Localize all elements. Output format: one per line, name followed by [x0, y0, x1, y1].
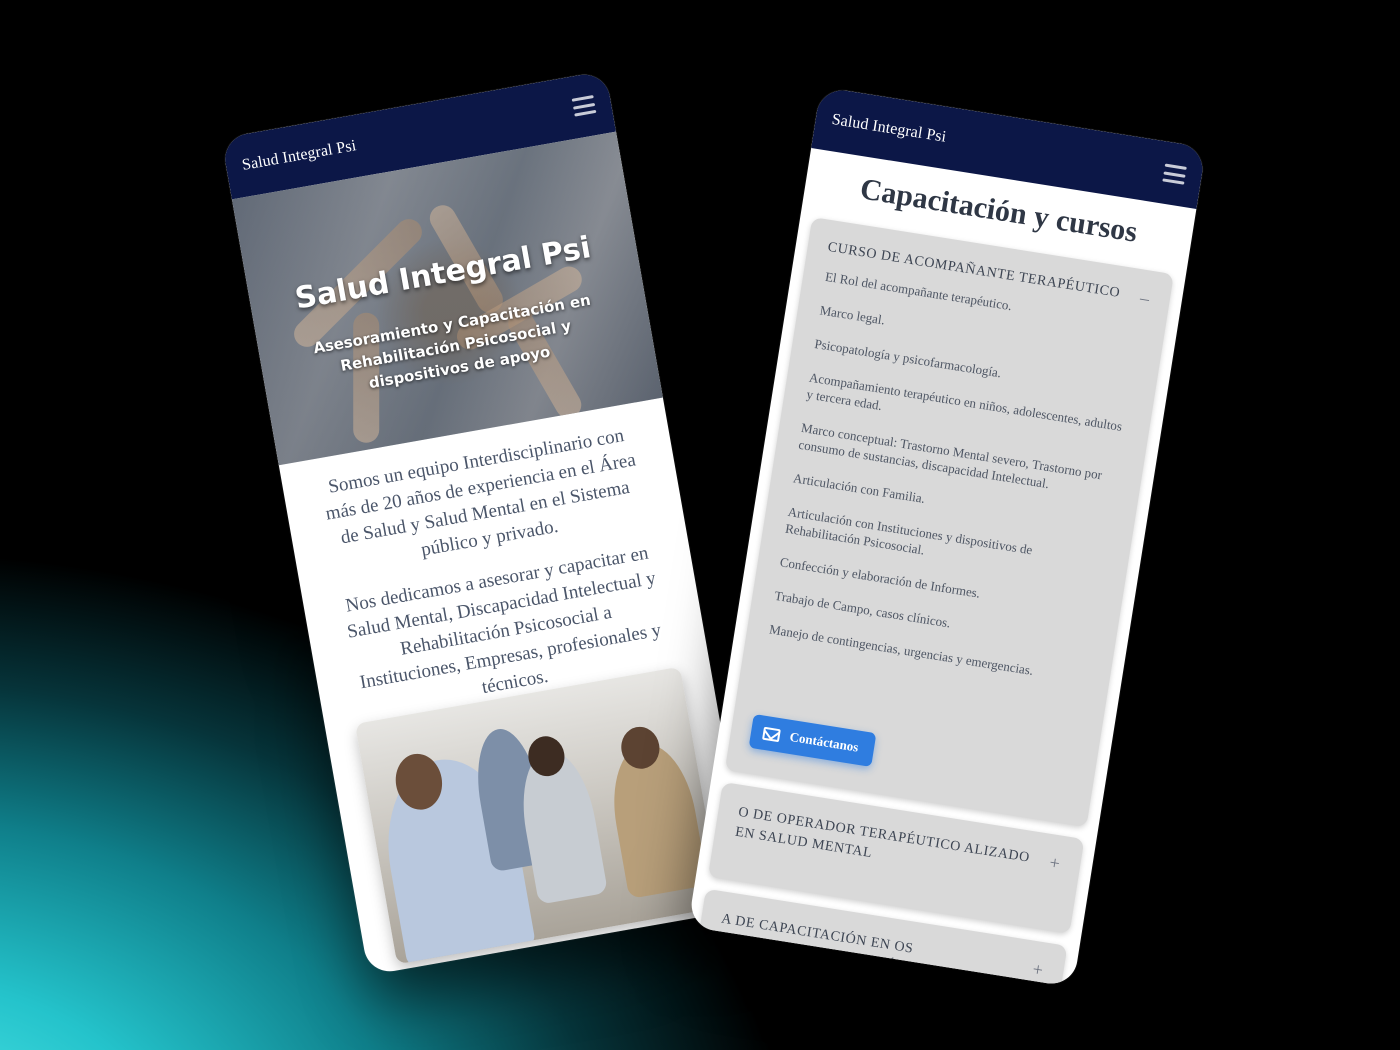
- phone-courses-screen: Salud Integral Psi Capacitación y cursos…: [687, 86, 1207, 988]
- phone-home-screen: Salud Integral Psi Salud Integral Psi As…: [221, 70, 753, 976]
- course-title: O DE OPERADOR TERAPÉUTICO ALIZADO EN SAL…: [734, 804, 1031, 866]
- collapse-icon[interactable]: –: [1129, 286, 1152, 308]
- course-topics-list: El Rol del acompañante terapéutico. Marc…: [746, 262, 1166, 691]
- brand-logo[interactable]: Salud Integral Psi: [241, 137, 358, 175]
- contact-button[interactable]: Contáctanos: [748, 713, 877, 768]
- hamburger-menu-icon[interactable]: [1162, 163, 1187, 185]
- brand-logo[interactable]: Salud Integral Psi: [830, 111, 948, 147]
- hamburger-menu-icon[interactable]: [571, 95, 597, 117]
- course-accordion-item: CURSO DE ACOMPAÑANTE TERAPÉUTICO – El Ro…: [724, 217, 1174, 828]
- expand-icon[interactable]: +: [1038, 851, 1062, 873]
- expand-icon[interactable]: +: [1021, 957, 1045, 980]
- mail-icon: [762, 726, 781, 742]
- contact-button-label: Contáctanos: [788, 728, 860, 755]
- course-title: A DE CAPACITACIÓN EN OS RESIDENCIALES DE…: [714, 911, 1007, 988]
